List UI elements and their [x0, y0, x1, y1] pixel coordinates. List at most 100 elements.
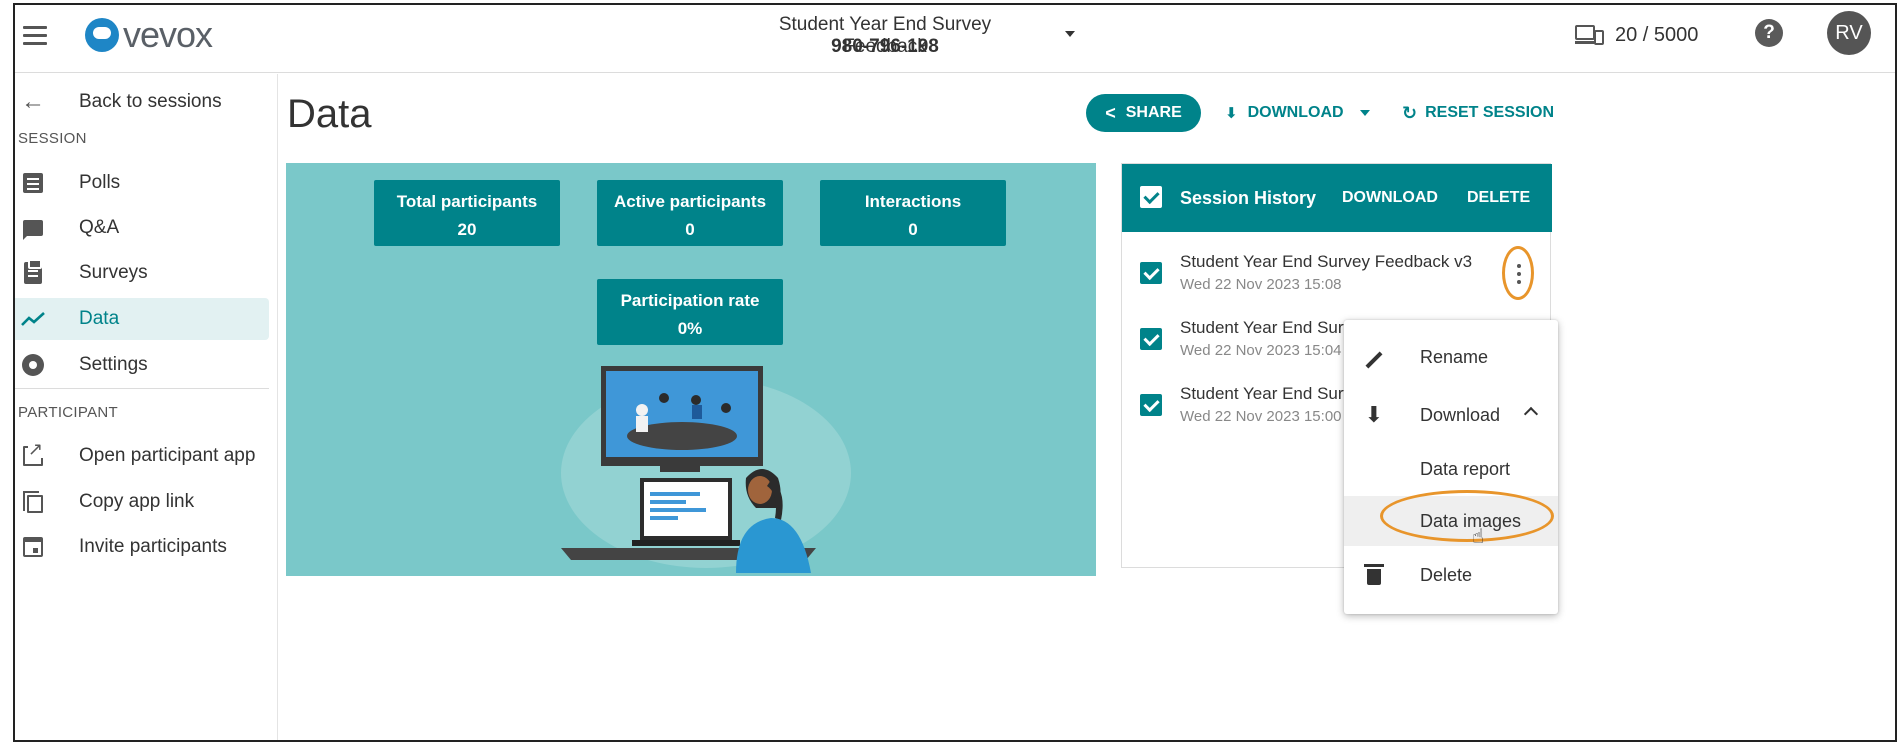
- menu-item-label: Data images: [1420, 510, 1522, 531]
- page-title: Data: [287, 92, 372, 136]
- devices-icon: [1575, 24, 1605, 46]
- data-summary-panel: Total participants 20 Active participant…: [286, 163, 1096, 576]
- pencil-icon: [1362, 344, 1386, 370]
- avatar[interactable]: RV: [1827, 11, 1871, 55]
- menu-item-label: Download: [1420, 404, 1501, 425]
- help-icon[interactable]: ?: [1755, 19, 1783, 47]
- participant-count: 20 / 5000: [1575, 22, 1698, 48]
- session-section-label: SESSION: [18, 130, 87, 147]
- sidebar-item-label: Copy app link: [79, 491, 195, 512]
- sidebar: ← Back to sessions SESSION Polls Q&A Sur…: [15, 74, 278, 740]
- history-delete-button[interactable]: DELETE: [1467, 189, 1530, 207]
- back-to-sessions[interactable]: ← Back to sessions: [15, 81, 269, 123]
- participant-count-value: 20 / 5000: [1615, 23, 1699, 46]
- sidebar-item-label: Invite participants: [79, 536, 227, 557]
- menu-item-label: Delete: [1420, 564, 1473, 585]
- sidebar-item-label: Settings: [79, 354, 148, 375]
- stat-participation-rate: Participation rate 0%: [597, 279, 783, 345]
- menu-item-delete[interactable]: Delete: [1344, 550, 1558, 600]
- download-icon: ⬇: [1364, 402, 1384, 427]
- polls-icon: [21, 171, 45, 195]
- sidebar-item-data[interactable]: Data: [15, 298, 269, 340]
- stat-interactions: Interactions 0: [820, 180, 1006, 246]
- vevox-logo-icon: [85, 18, 119, 52]
- share-button[interactable]: < SHARE: [1086, 94, 1201, 132]
- session-illustration: [561, 366, 851, 573]
- qa-chat-icon: [21, 216, 45, 240]
- sidebar-item-invite-participants[interactable]: Invite participants: [15, 526, 269, 568]
- download-button-label: DOWNLOAD: [1247, 104, 1344, 121]
- session-history-title: Session History: [1180, 188, 1317, 208]
- sidebar-item-open-participant-app[interactable]: Open participant app: [15, 435, 269, 477]
- back-to-sessions-label: Back to sessions: [79, 91, 222, 112]
- stat-label: Interactions: [864, 192, 962, 211]
- session-history-header: Session History DOWNLOAD DELETE: [1122, 164, 1552, 232]
- gear-icon: [21, 353, 45, 377]
- sidebar-item-qa[interactable]: Q&A: [15, 207, 269, 249]
- menu-item-label: Data report: [1420, 458, 1511, 479]
- sidebar-item-polls[interactable]: Polls: [15, 162, 269, 204]
- refresh-icon: ↻: [1402, 102, 1418, 123]
- sidebar-item-label: Polls: [79, 172, 121, 193]
- participant-section-label: PARTICIPANT: [18, 404, 118, 421]
- history-row-date: Wed 22 Nov 2023 15:00: [1180, 408, 1342, 425]
- history-row-date: Wed 22 Nov 2023 15:04: [1180, 342, 1342, 359]
- history-row-name: Student Year End Survey Feedback v3: [1180, 252, 1473, 271]
- stat-value: 0: [685, 220, 695, 239]
- row-checkbox[interactable]: [1140, 262, 1162, 284]
- clipboard-icon: [21, 259, 45, 285]
- calendar-icon: [21, 535, 45, 559]
- app-window: vevox Student Year End Survey Feedback 9…: [13, 3, 1897, 742]
- copy-icon: [21, 490, 45, 514]
- vevox-logo[interactable]: vevox: [85, 14, 213, 55]
- open-external-icon: [21, 440, 45, 468]
- sidebar-divider: [15, 388, 269, 389]
- chevron-up-icon: [1523, 406, 1539, 422]
- trash-icon: [1362, 562, 1386, 588]
- menu-item-data-report[interactable]: Data report: [1344, 444, 1558, 494]
- download-icon: ⬇: [1225, 105, 1238, 122]
- history-row-date: Wed 22 Nov 2023 15:08: [1180, 276, 1342, 293]
- sidebar-item-label: Open participant app: [79, 445, 256, 466]
- row-context-menu: Rename ⬇ Download Data report Data image…: [1344, 320, 1558, 614]
- sidebar-item-copy-app-link[interactable]: Copy app link: [15, 481, 269, 523]
- select-all-checkbox[interactable]: [1140, 186, 1162, 208]
- history-row-name: Student Year End Surve: [1180, 384, 1362, 403]
- stat-value: 0%: [677, 319, 703, 338]
- sidebar-item-settings[interactable]: Settings: [15, 344, 269, 386]
- stat-label: Participation rate: [620, 291, 760, 310]
- stat-total-participants: Total participants 20: [374, 180, 560, 246]
- row-checkbox[interactable]: [1140, 328, 1162, 350]
- menu-item-download[interactable]: ⬇ Download: [1344, 390, 1558, 440]
- sidebar-item-surveys[interactable]: Surveys: [15, 252, 269, 294]
- stat-active-participants: Active participants 0: [597, 180, 783, 246]
- session-dropdown-caret-icon[interactable]: [1065, 31, 1075, 37]
- history-download-button[interactable]: DOWNLOAD: [1342, 189, 1438, 207]
- stat-label: Active participants: [613, 192, 767, 211]
- sidebar-item-label: Q&A: [79, 217, 120, 238]
- stat-value: 0: [908, 220, 918, 239]
- top-bar: vevox Student Year End Survey Feedback 9…: [15, 5, 1895, 73]
- history-row[interactable]: Student Year End Survey Feedback v3 Wed …: [1122, 244, 1552, 304]
- back-arrow-icon: ←: [21, 88, 45, 115]
- menu-item-rename[interactable]: Rename: [1344, 332, 1558, 382]
- trending-icon: [21, 307, 45, 331]
- history-row-name: Student Year End Surve: [1180, 318, 1362, 337]
- row-checkbox[interactable]: [1140, 394, 1162, 416]
- stat-label: Total participants: [396, 192, 538, 211]
- hamburger-menu-icon[interactable]: [21, 23, 49, 47]
- menu-item-label: Rename: [1420, 346, 1489, 367]
- share-icon: <: [1105, 102, 1116, 123]
- reset-session-label: RESET SESSION: [1425, 104, 1555, 121]
- download-button[interactable]: ⬇ DOWNLOAD: [1225, 100, 1370, 126]
- logo-text: vevox: [123, 14, 213, 55]
- sidebar-item-label: Data: [79, 308, 120, 329]
- highlight-ring: [1502, 246, 1534, 300]
- chevron-down-icon[interactable]: [1359, 110, 1370, 116]
- reset-session-button[interactable]: ↻ RESET SESSION: [1402, 100, 1554, 126]
- share-button-label: SHARE: [1125, 104, 1182, 121]
- hand-cursor-icon: ☝: [1472, 526, 1485, 548]
- stat-value: 20: [457, 220, 477, 239]
- session-code: 980-796-198: [831, 36, 939, 57]
- menu-item-data-images[interactable]: Data images ☝: [1344, 490, 1558, 548]
